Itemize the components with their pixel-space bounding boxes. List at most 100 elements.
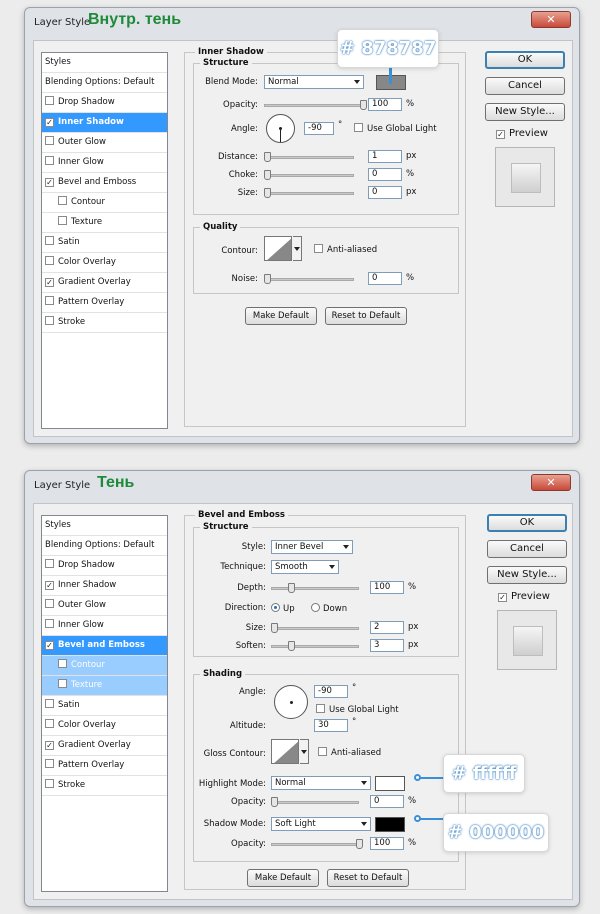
style-item-satin[interactable]: Satin: [42, 233, 167, 253]
checkbox[interactable]: [45, 559, 54, 568]
style-item-texture[interactable]: Texture: [42, 213, 167, 233]
radio[interactable]: [311, 603, 320, 612]
opacity-slider-track[interactable]: [264, 104, 364, 107]
size-input[interactable]: 0: [368, 186, 402, 199]
checkbox[interactable]: ✓: [45, 581, 54, 590]
cancel-button[interactable]: Cancel: [485, 77, 565, 95]
highlight-opacity-slider-track[interactable]: [271, 801, 359, 804]
ok-button[interactable]: OK: [487, 514, 567, 532]
soften-slider-track[interactable]: [271, 645, 359, 648]
close-button[interactable]: ✕: [531, 474, 571, 491]
highlight-color-swatch[interactable]: [375, 776, 405, 791]
size-slider-thumb[interactable]: [264, 188, 271, 198]
shadow-opacity-slider-track[interactable]: [271, 843, 359, 846]
checkbox[interactable]: [45, 779, 54, 788]
noise-input[interactable]: 0: [368, 272, 402, 285]
size-input[interactable]: 2: [370, 621, 404, 634]
checkbox[interactable]: [45, 256, 54, 265]
cancel-button[interactable]: Cancel: [487, 540, 567, 558]
checkbox[interactable]: [45, 599, 54, 608]
checkbox[interactable]: [58, 679, 67, 688]
soften-input[interactable]: 3: [370, 639, 404, 652]
checkbox[interactable]: [45, 96, 54, 105]
angle-input[interactable]: -90: [314, 685, 348, 698]
use-global-light-checkbox[interactable]: Use Global Light: [316, 704, 399, 715]
highlight-opacity-input[interactable]: 0: [370, 795, 404, 808]
blending-options-item[interactable]: Blending Options: Default: [42, 536, 167, 556]
highlight-mode-select[interactable]: Normal: [271, 776, 371, 790]
depth-input[interactable]: 100: [370, 581, 404, 594]
style-item-inner-shadow[interactable]: ✓ Inner Shadow: [42, 576, 167, 596]
reset-to-default-button[interactable]: Reset to Default: [327, 869, 409, 887]
checkbox[interactable]: [45, 699, 54, 708]
style-item-gradient-overlay[interactable]: ✓ Gradient Overlay: [42, 736, 167, 756]
make-default-button[interactable]: Make Default: [245, 307, 317, 325]
use-global-light-checkbox[interactable]: Use Global Light: [354, 123, 437, 134]
style-item-texture[interactable]: Texture: [42, 676, 167, 696]
style-item-stroke[interactable]: Stroke: [42, 313, 167, 333]
size-slider-thumb[interactable]: [271, 623, 278, 633]
style-select[interactable]: Inner Bevel: [271, 540, 353, 554]
style-item-drop-shadow[interactable]: Drop Shadow: [42, 556, 167, 576]
shadow-color-swatch[interactable]: [375, 817, 405, 832]
preview-checkbox[interactable]: ✓ Preview: [496, 128, 548, 139]
style-item-bevel-and-emboss[interactable]: ✓ Bevel and Emboss: [42, 636, 167, 656]
reset-to-default-button[interactable]: Reset to Default: [325, 307, 407, 325]
depth-slider-thumb[interactable]: [288, 583, 295, 593]
altitude-input[interactable]: 30: [314, 719, 348, 732]
soften-slider-thumb[interactable]: [288, 641, 295, 651]
checkbox[interactable]: [58, 196, 67, 205]
radio[interactable]: [271, 603, 280, 612]
choke-slider-thumb[interactable]: [264, 170, 271, 180]
choke-input[interactable]: 0: [368, 168, 402, 181]
shadow-mode-select[interactable]: Soft Light: [271, 817, 371, 831]
close-button[interactable]: ✕: [531, 11, 571, 28]
anti-aliased-checkbox[interactable]: Anti-aliased: [314, 244, 377, 255]
blend-mode-select[interactable]: Normal: [264, 75, 364, 89]
angle-dial[interactable]: [266, 114, 295, 143]
shadow-opacity-slider-thumb[interactable]: [356, 839, 363, 849]
direction-up-radio[interactable]: Up: [271, 603, 295, 614]
style-item-pattern-overlay[interactable]: Pattern Overlay: [42, 293, 167, 313]
style-item-pattern-overlay[interactable]: Pattern Overlay: [42, 756, 167, 776]
checkbox[interactable]: [318, 747, 327, 756]
size-slider-track[interactable]: [271, 627, 359, 630]
style-item-drop-shadow[interactable]: Drop Shadow: [42, 93, 167, 113]
checkbox[interactable]: [314, 244, 323, 253]
new-style-button[interactable]: New Style...: [485, 103, 565, 121]
style-item-satin[interactable]: Satin: [42, 696, 167, 716]
size-slider-track[interactable]: [264, 192, 354, 195]
noise-slider-thumb[interactable]: [264, 274, 271, 284]
checkbox[interactable]: [45, 136, 54, 145]
make-default-button[interactable]: Make Default: [247, 869, 319, 887]
depth-slider-track[interactable]: [271, 587, 359, 590]
opacity-input[interactable]: 100: [368, 98, 402, 111]
checkbox[interactable]: [45, 719, 54, 728]
checkbox[interactable]: [45, 759, 54, 768]
checkbox[interactable]: ✓: [45, 278, 54, 287]
styles-header[interactable]: Styles: [42, 516, 167, 536]
checkbox[interactable]: [354, 123, 363, 132]
shadow-opacity-input[interactable]: 100: [370, 837, 404, 850]
contour-picker[interactable]: [264, 236, 292, 261]
angle-input[interactable]: -90: [304, 122, 334, 135]
checkbox[interactable]: ✓: [45, 641, 54, 650]
checkbox[interactable]: [45, 296, 54, 305]
gloss-contour-picker[interactable]: [271, 739, 299, 764]
noise-slider-track[interactable]: [264, 278, 354, 281]
checkbox[interactable]: ✓: [496, 130, 505, 139]
gloss-contour-dropdown-arrow[interactable]: [300, 739, 309, 764]
style-item-stroke[interactable]: Stroke: [42, 776, 167, 796]
opacity-slider-thumb[interactable]: [360, 100, 367, 110]
checkbox[interactable]: ✓: [45, 741, 54, 750]
style-item-outer-glow[interactable]: Outer Glow: [42, 596, 167, 616]
preview-checkbox[interactable]: ✓ Preview: [498, 591, 550, 602]
distance-input[interactable]: 1: [368, 150, 402, 163]
checkbox[interactable]: [45, 236, 54, 245]
choke-slider-track[interactable]: [264, 174, 354, 177]
checkbox[interactable]: [45, 316, 54, 325]
direction-down-radio[interactable]: Down: [311, 603, 347, 614]
style-item-outer-glow[interactable]: Outer Glow: [42, 133, 167, 153]
checkbox[interactable]: [58, 659, 67, 668]
style-item-color-overlay[interactable]: Color Overlay: [42, 716, 167, 736]
